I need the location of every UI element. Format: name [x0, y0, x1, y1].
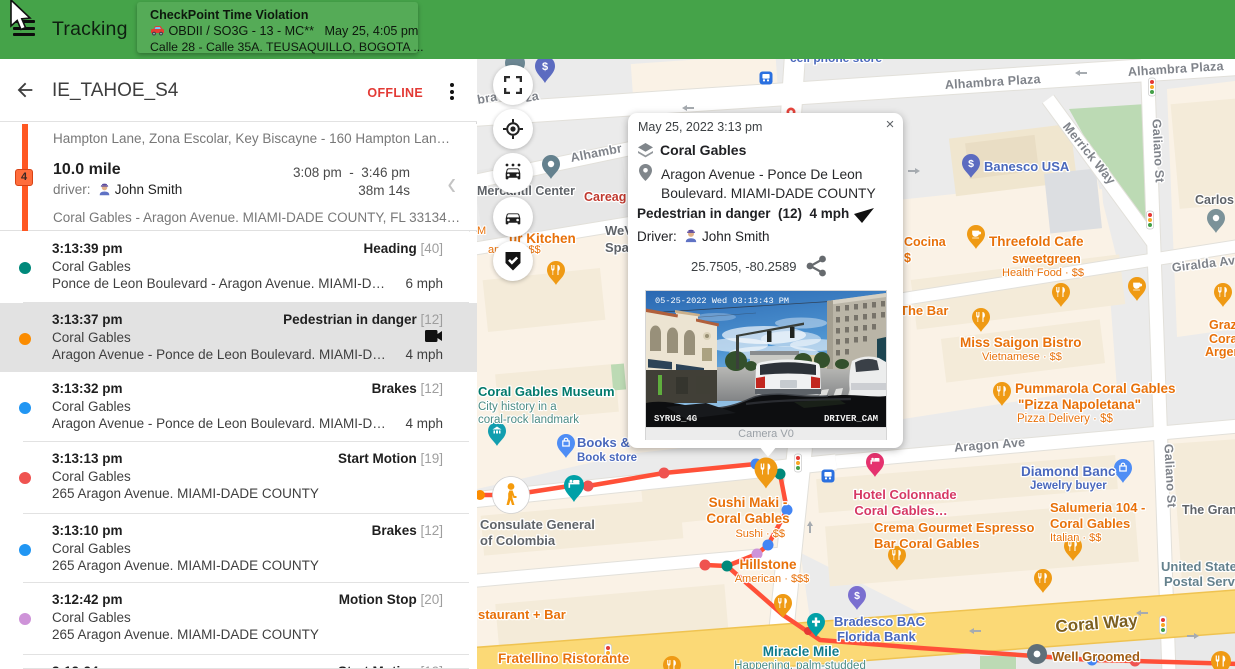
svg-text:05-25-2022 Wed 03:13:43 PM: 05-25-2022 Wed 03:13:43 PM	[655, 296, 789, 306]
svg-text:Giralda Av: Giralda Av	[1171, 253, 1235, 275]
svg-text:The Bar: The Bar	[900, 303, 948, 318]
svg-text:sweetgreen: sweetgreen	[1012, 252, 1081, 266]
svg-text:Crema Gourmet Espresso: Crema Gourmet Espresso	[874, 520, 1034, 535]
svg-text:Fratellino Ristorante: Fratellino Ristorante	[498, 651, 630, 666]
svg-text:M: M	[477, 225, 486, 237]
svg-text:Bar Coral Gables: Bar Coral Gables	[874, 536, 980, 551]
svg-text:Grazi: Grazi	[1209, 318, 1235, 332]
svg-text:Italian · $$: Italian · $$	[1050, 532, 1101, 544]
svg-text:Aragon Ave: Aragon Ave	[954, 435, 1026, 455]
svg-text:of Colombia: of Colombia	[480, 533, 556, 548]
svg-text:Book store: Book store	[577, 452, 637, 464]
svg-text:Banesco USA: Banesco USA	[984, 159, 1070, 174]
svg-text:Postal Servic: Postal Servic	[1164, 574, 1235, 589]
svg-text:The Gran: The Gran	[1182, 503, 1235, 517]
svg-text:Spa: Spa	[605, 240, 630, 255]
svg-text:Galiano St: Galiano St	[1149, 119, 1166, 184]
svg-text:Coral: Coral	[1209, 332, 1235, 346]
svg-text:Happening, palm-studded: Happening, palm-studded	[734, 660, 866, 669]
svg-text:Diamond Banc: Diamond Banc	[1021, 464, 1116, 479]
svg-text:Cocina: Cocina	[904, 235, 947, 249]
svg-text:coral-rock landmark: coral-rock landmark	[478, 414, 579, 426]
svg-text:Books &: Books &	[577, 435, 630, 450]
svg-text:cell phone store: cell phone store	[790, 59, 882, 65]
svg-text:Sushi Maki -: Sushi Maki -	[709, 495, 788, 510]
svg-text:Alhambra Plaza: Alhambra Plaza	[1127, 59, 1224, 79]
svg-text:Coral Gables: Coral Gables	[1050, 516, 1130, 531]
svg-text:"Pizza Napoletana": "Pizza Napoletana"	[1018, 397, 1141, 412]
svg-text:DRIVER_CAM: DRIVER_CAM	[824, 414, 878, 424]
svg-text:Merrick Way: Merrick Way	[1060, 120, 1118, 187]
svg-text:Pummarola Coral Gables: Pummarola Coral Gables	[1015, 381, 1176, 396]
svg-text:Consulate General: Consulate General	[480, 517, 595, 532]
svg-text:Miracle Mile: Miracle Mile	[763, 644, 840, 659]
svg-text:$: $	[904, 251, 911, 265]
svg-text:Florida Bank: Florida Bank	[837, 629, 917, 644]
svg-text:Coral Gables Museum: Coral Gables Museum	[478, 384, 615, 399]
svg-text:Alhambra Plaza: Alhambra Plaza	[944, 72, 1041, 92]
svg-text:Well Groomed: Well Groomed	[1052, 649, 1140, 664]
svg-text:Coral Way: Coral Way	[1055, 611, 1139, 636]
svg-text:Hillstone: Hillstone	[739, 557, 796, 572]
svg-text:Hotel Colonnade: Hotel Colonnade	[853, 487, 956, 502]
svg-text:Galiano St: Galiano St	[1161, 444, 1178, 509]
svg-text:Vietnamese · $$: Vietnamese · $$	[982, 351, 1062, 363]
svg-text:Sushi · $$: Sushi · $$	[735, 528, 785, 540]
svg-text:Argent: Argent	[1205, 345, 1235, 359]
svg-text:Coral Gables: Coral Gables	[706, 511, 789, 526]
svg-text:Jewelry buyer: Jewelry buyer	[1030, 480, 1107, 492]
svg-text:United State: United State	[1161, 559, 1235, 574]
svg-text:Carlos: Carlos	[1195, 193, 1234, 207]
svg-text:Miss Saigon Bistro: Miss Saigon Bistro	[960, 335, 1082, 350]
svg-text:Health Food · $$: Health Food · $$	[1002, 267, 1084, 279]
svg-text:SYRUS_4G: SYRUS_4G	[654, 414, 697, 424]
svg-text:Alhambr: Alhambr	[569, 141, 623, 165]
svg-text:Careag: Careag	[584, 190, 626, 204]
svg-text:Threefold Cafe: Threefold Cafe	[989, 234, 1084, 249]
svg-text:Pizza Delivery · $$: Pizza Delivery · $$	[1017, 413, 1113, 425]
svg-text:staurant + Bar: staurant + Bar	[478, 607, 566, 622]
svg-text:City history in a: City history in a	[478, 401, 557, 413]
svg-text:Coral Gables…: Coral Gables…	[854, 503, 947, 518]
svg-text:American · $$$: American · $$$	[735, 573, 810, 585]
svg-text:Salumeria 104 -: Salumeria 104 -	[1050, 500, 1145, 515]
svg-text:Bradesco BAC: Bradesco BAC	[834, 614, 926, 629]
